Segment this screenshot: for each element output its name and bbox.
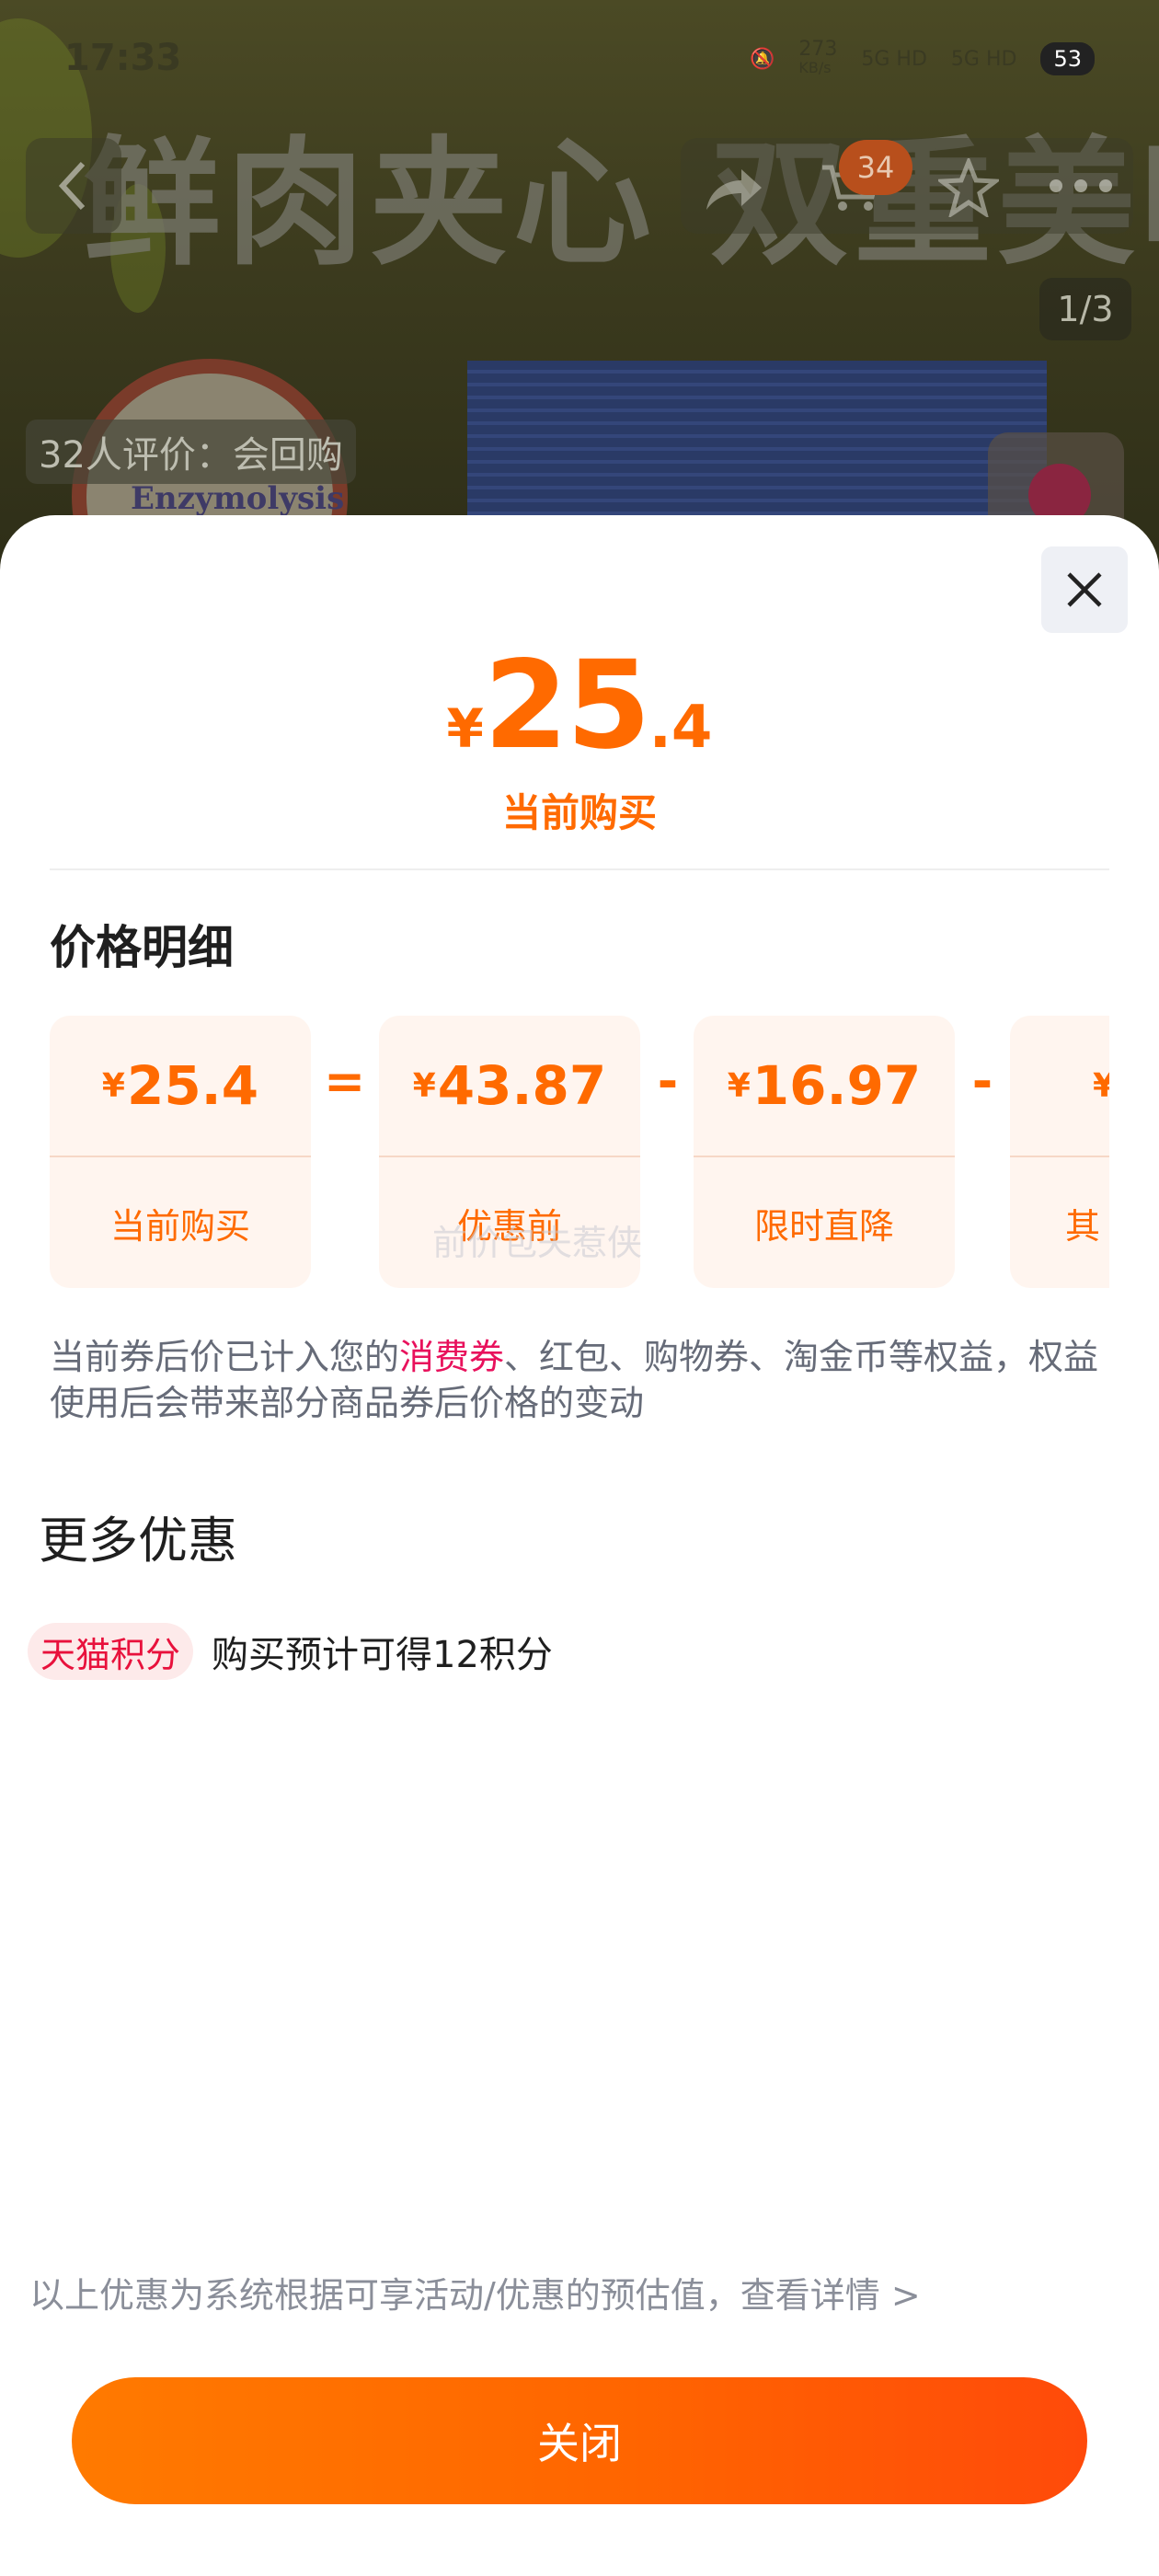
watermark: 前价包夫惹侠 bbox=[432, 1223, 643, 1263]
tmall-points-tag: 天猫积分 bbox=[28, 1623, 194, 1680]
mute-icon: 🔕 bbox=[749, 47, 775, 71]
breakdown-card-other: ¥ 其 bbox=[1010, 1016, 1109, 1288]
minus-operator: - bbox=[971, 1052, 993, 1110]
breakdown-label: 其 bbox=[1065, 1205, 1101, 1247]
disclaimer-link[interactable]: 以上优惠为系统根据可享活动/优惠的预估值，查看详情 > bbox=[29, 2267, 921, 2317]
price-detail-sheet: ¥25.4 当前购买 价格明细 ¥25.4 当前购买 = ¥43.87 优惠前 … bbox=[0, 515, 1159, 2576]
signal-indicator-1: 5G HD bbox=[861, 47, 927, 71]
current-price-label: 当前购买 bbox=[501, 790, 657, 835]
back-icon bbox=[58, 161, 86, 211]
status-icons: 🔕 273 KB/s 5G HD 5G HD 53 bbox=[750, 40, 1095, 77]
divider bbox=[50, 868, 1109, 870]
current-price-block: ¥25.4 当前购买 bbox=[0, 635, 1159, 838]
minus-operator: - bbox=[657, 1052, 679, 1110]
status-time: 17:33 bbox=[64, 37, 182, 79]
points-text: 购买预计可得12积分 bbox=[212, 1634, 553, 1676]
equals-operator: = bbox=[324, 1052, 366, 1110]
battery-indicator: 53 bbox=[1040, 42, 1095, 75]
breakdown-label: 当前购买 bbox=[109, 1205, 250, 1247]
breakdown-value: 25.4 bbox=[126, 1054, 259, 1117]
more-icon[interactable] bbox=[1049, 178, 1113, 197]
screen: 17:33 🔕 273KB/s 5G HD 5G HD 53 鲜肉夹心 双重美味 bbox=[0, 0, 1159, 2576]
breakdown-label: 限时直降 bbox=[753, 1205, 894, 1247]
seal-text: Enzymolysis bbox=[131, 480, 345, 517]
cart-count-badge: 34 bbox=[839, 140, 912, 195]
share-icon[interactable] bbox=[701, 166, 765, 217]
sheet-close-button[interactable] bbox=[1041, 546, 1128, 633]
review-chip[interactable]: 32人评价：会回购 bbox=[26, 420, 356, 484]
back-button[interactable] bbox=[26, 138, 121, 234]
breakdown-card-current: ¥25.4 当前购买 bbox=[50, 1016, 311, 1288]
breakdown-value: 43.87 bbox=[437, 1054, 607, 1117]
consumer-coupon-highlight: 消费券 bbox=[399, 1337, 505, 1377]
signal-indicator-2: 5G HD bbox=[950, 47, 1017, 71]
current-price: ¥25.4 bbox=[446, 635, 713, 776]
star-icon[interactable] bbox=[935, 155, 1002, 221]
breakdown-value: 16.97 bbox=[752, 1054, 922, 1117]
product-page-background: 17:33 🔕 273KB/s 5G HD 5G HD 53 鲜肉夹心 双重美味 bbox=[0, 0, 1159, 570]
close-icon bbox=[1067, 572, 1102, 607]
image-page-indicator: 1/3 bbox=[1039, 278, 1131, 340]
price-detail-title: 价格明细 bbox=[50, 921, 234, 974]
points-row: 天猫积分 购买预计可得12积分 bbox=[28, 1623, 553, 1680]
net-speed: 273 KB/s bbox=[798, 38, 838, 77]
breakdown-card-limited-discount: ¥16.97 限时直降 bbox=[694, 1016, 955, 1288]
close-button[interactable]: 关闭 bbox=[72, 2377, 1087, 2504]
more-offers-title: 更多优惠 bbox=[39, 1512, 237, 1570]
price-note: 当前券后价已计入您的消费券、红包、购物券、淘金币等权益，权益使用后会带来部分商品… bbox=[50, 1337, 1099, 1423]
